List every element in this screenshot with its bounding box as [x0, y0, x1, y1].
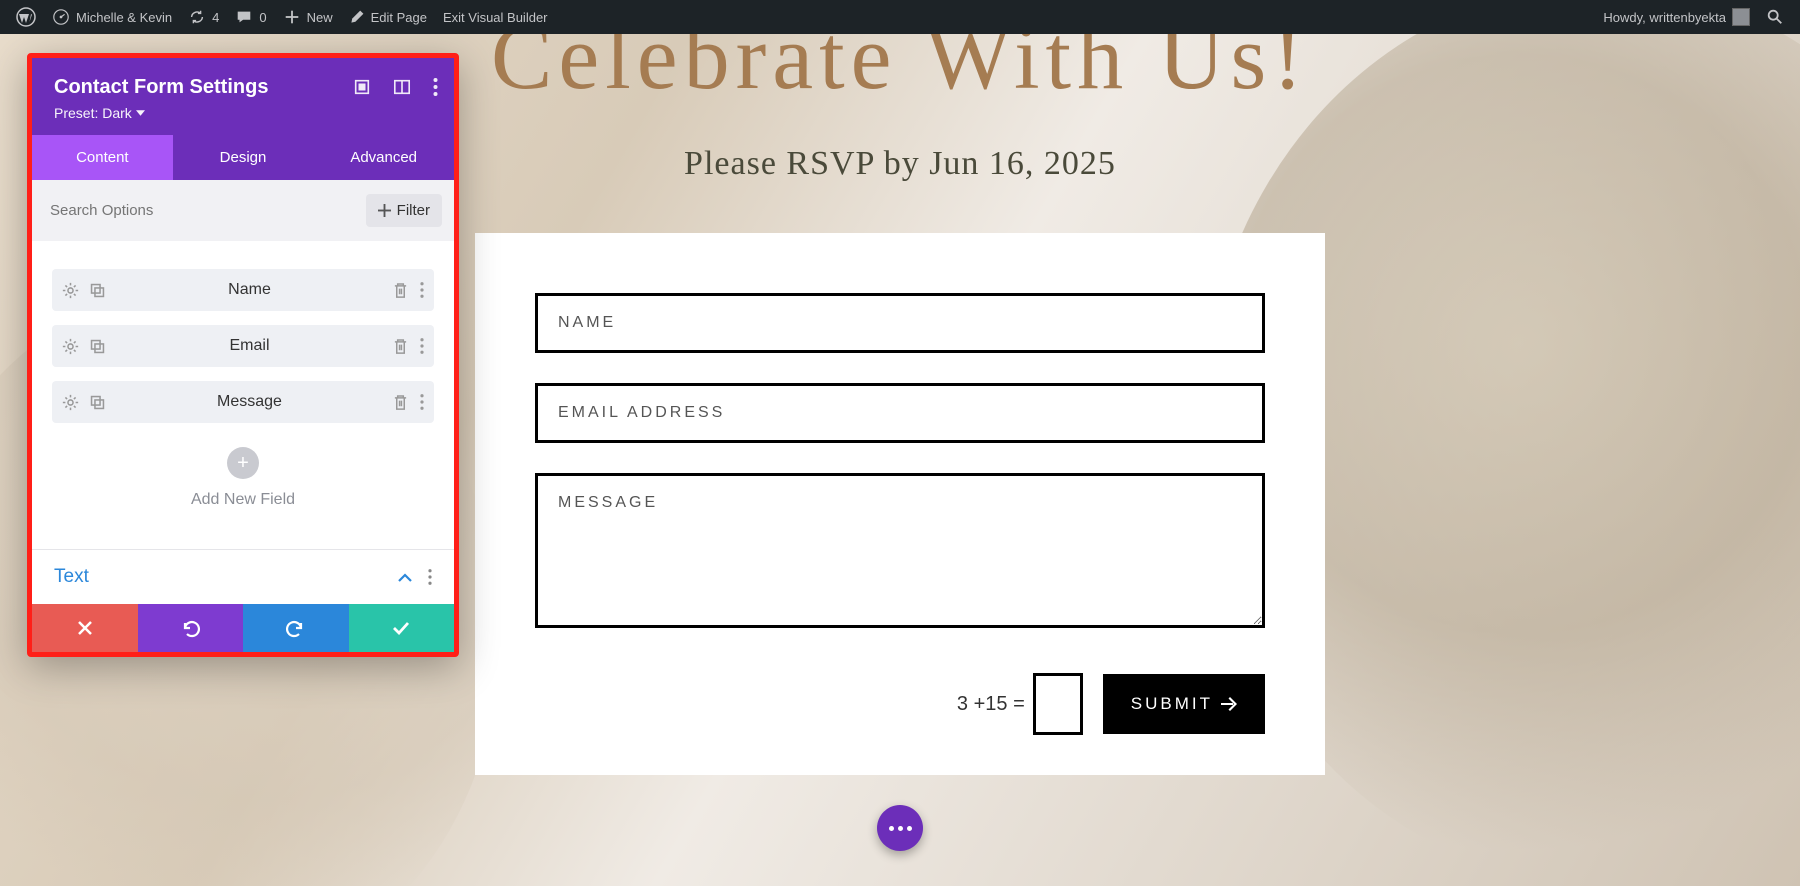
submit-button[interactable]: SUBMIT — [1103, 674, 1265, 734]
site-name: Michelle & Kevin — [76, 10, 172, 25]
edit-page-link[interactable]: Edit Page — [341, 0, 435, 34]
expand-icon[interactable] — [353, 78, 371, 96]
howdy-link[interactable]: Howdy, writtenbyekta — [1595, 0, 1758, 34]
caret-down-icon — [136, 110, 145, 116]
field-list: Name Email Message — [32, 241, 454, 549]
contact-form: 3 +15 = SUBMIT — [475, 233, 1325, 775]
trash-icon[interactable] — [393, 394, 408, 411]
more-vert-icon[interactable] — [420, 338, 424, 355]
duplicate-icon[interactable] — [89, 338, 106, 355]
arrow-right-icon — [1221, 697, 1237, 711]
more-vert-icon[interactable] — [420, 394, 424, 411]
redo-icon — [286, 618, 306, 638]
updates-link[interactable]: 4 — [180, 0, 227, 34]
field-row[interactable]: Name — [52, 269, 434, 311]
search-icon — [1766, 8, 1784, 26]
tab-design[interactable]: Design — [173, 135, 314, 180]
refresh-icon — [188, 8, 206, 26]
site-name-link[interactable]: Michelle & Kevin — [44, 0, 180, 34]
tab-advanced[interactable]: Advanced — [313, 135, 454, 180]
pencil-icon — [349, 9, 365, 25]
comment-icon — [235, 8, 253, 26]
check-icon — [392, 621, 410, 635]
comments-link[interactable]: 0 — [227, 0, 274, 34]
name-input[interactable] — [535, 293, 1265, 353]
tab-content[interactable]: Content — [32, 135, 173, 180]
modal-footer — [32, 604, 454, 652]
trash-icon[interactable] — [393, 338, 408, 355]
search-toggle[interactable] — [1758, 0, 1792, 34]
captcha-input[interactable] — [1033, 673, 1083, 735]
preset-dropdown[interactable]: Preset: Dark — [54, 105, 432, 121]
avatar — [1732, 8, 1750, 26]
duplicate-icon[interactable] — [89, 282, 106, 299]
field-label: Name — [106, 281, 393, 299]
field-label: Message — [106, 393, 393, 411]
undo-icon — [180, 618, 200, 638]
add-field-label: Add New Field — [52, 491, 434, 509]
dots-icon — [889, 826, 912, 831]
new-link[interactable]: New — [275, 0, 341, 34]
new-label: New — [307, 10, 333, 25]
field-label: Email — [106, 337, 393, 355]
message-input[interactable] — [535, 473, 1265, 628]
chevron-up-icon[interactable] — [398, 573, 412, 582]
search-options-input[interactable] — [44, 198, 366, 223]
builder-fab[interactable] — [877, 805, 923, 851]
wp-admin-bar: Michelle & Kevin 4 0 New Edit Page Exit … — [0, 0, 1800, 34]
undo-button[interactable] — [138, 604, 244, 652]
close-icon — [77, 620, 93, 636]
save-button[interactable] — [349, 604, 455, 652]
updates-count: 4 — [212, 10, 219, 25]
captcha: 3 +15 = — [957, 673, 1083, 735]
gear-icon[interactable] — [62, 338, 79, 355]
snap-icon[interactable] — [393, 78, 411, 96]
trash-icon[interactable] — [393, 282, 408, 299]
text-section-toggle[interactable]: Text — [32, 550, 454, 604]
more-vert-icon[interactable] — [420, 282, 424, 299]
redo-button[interactable] — [243, 604, 349, 652]
settings-modal: Contact Form Settings Preset: Dark Conte… — [27, 53, 459, 657]
add-field-section: + Add New Field — [52, 437, 434, 539]
gear-icon[interactable] — [62, 394, 79, 411]
dashboard-icon — [52, 8, 70, 26]
search-row: Filter — [32, 180, 454, 241]
gear-icon[interactable] — [62, 282, 79, 299]
comments-count: 0 — [259, 10, 266, 25]
email-input[interactable] — [535, 383, 1265, 443]
exit-builder-link[interactable]: Exit Visual Builder — [435, 0, 556, 34]
modal-tabs: Content Design Advanced — [32, 135, 454, 180]
modal-header[interactable]: Contact Form Settings Preset: Dark — [32, 58, 454, 135]
field-row[interactable]: Email — [52, 325, 434, 367]
filter-button[interactable]: Filter — [366, 194, 442, 227]
wp-logo[interactable] — [8, 0, 44, 34]
cancel-button[interactable] — [32, 604, 138, 652]
add-field-button[interactable]: + — [227, 447, 259, 479]
more-vert-icon[interactable] — [428, 569, 432, 585]
field-row[interactable]: Message — [52, 381, 434, 423]
more-icon[interactable] — [433, 78, 438, 96]
duplicate-icon[interactable] — [89, 394, 106, 411]
plus-icon — [283, 8, 301, 26]
plus-small-icon — [378, 204, 391, 217]
